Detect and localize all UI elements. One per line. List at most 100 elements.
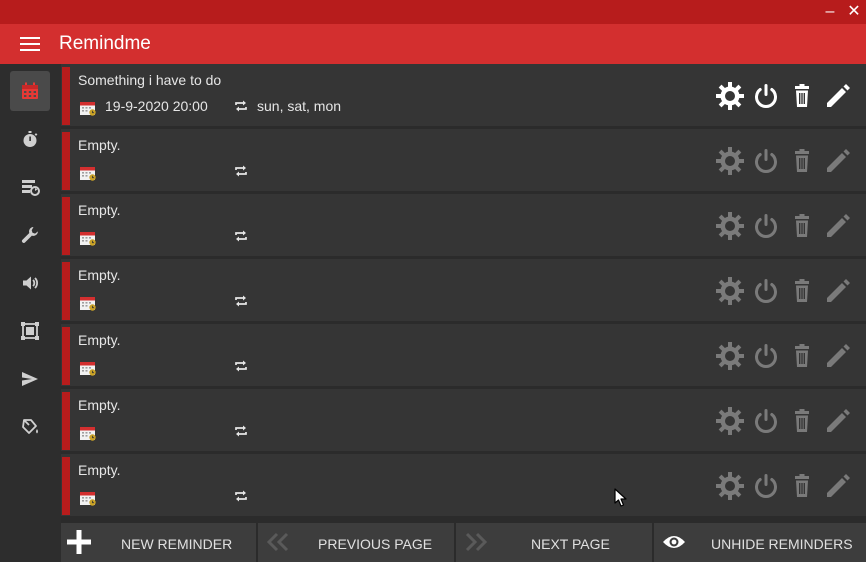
wrench-icon (21, 227, 38, 243)
pencil-button[interactable] (823, 471, 853, 501)
trash-button[interactable] (787, 276, 817, 306)
power-button[interactable] (751, 146, 781, 176)
reminder-accent-bar (62, 457, 70, 515)
power-button[interactable] (751, 471, 781, 501)
pencil-icon (823, 84, 853, 115)
reminder-actions (715, 146, 855, 176)
reminder-row[interactable]: Empty. (61, 324, 866, 386)
repeat-icon (234, 489, 248, 508)
reminder-title: Empty. (78, 267, 121, 283)
pencil-icon (823, 279, 853, 310)
reminder-actions (715, 471, 855, 501)
reminder-actions (715, 341, 855, 371)
reminder-row[interactable]: Empty. (61, 194, 866, 256)
calendar-clock-icon (79, 100, 97, 121)
sidebar (0, 64, 61, 562)
reminder-row[interactable]: Something i have to do 19-9-2020 20:00 sun… (61, 64, 866, 126)
power-icon (751, 214, 781, 245)
trash-icon (787, 149, 817, 180)
unhide-reminders-label: UNHIDE REMINDERS (711, 536, 853, 552)
settings-gear-icon (715, 147, 745, 180)
sidebar-item-backup[interactable] (10, 167, 50, 207)
reminder-row[interactable]: Empty. (61, 389, 866, 451)
settings-gear-button[interactable] (715, 81, 745, 111)
minimize-button[interactable]: ‒ (820, 2, 840, 22)
footer-toolbar: NEW REMINDER PREVIOUS PAGE NEXT PAGE UNH… (61, 523, 866, 562)
new-reminder-label: NEW REMINDER (121, 536, 233, 552)
reminder-actions (715, 81, 855, 111)
sidebar-item-send[interactable] (10, 359, 50, 399)
power-icon (751, 409, 781, 440)
trash-icon (787, 84, 817, 115)
reminder-accent-bar (62, 392, 70, 450)
power-button[interactable] (751, 81, 781, 111)
repeat-icon (234, 99, 248, 118)
power-button[interactable] (751, 406, 781, 436)
pencil-button[interactable] (823, 341, 853, 371)
next-page-button[interactable]: NEXT PAGE (456, 523, 652, 562)
reminder-row[interactable]: Empty. (61, 259, 866, 321)
pencil-icon (823, 409, 853, 440)
settings-gear-button[interactable] (715, 471, 745, 501)
power-button[interactable] (751, 211, 781, 241)
reminder-accent-bar (62, 262, 70, 320)
sidebar-item-window[interactable] (10, 311, 50, 351)
previous-page-button[interactable]: PREVIOUS PAGE (258, 523, 454, 562)
calendar-clock-icon (79, 425, 97, 446)
settings-gear-icon (715, 407, 745, 440)
settings-gear-icon (715, 342, 745, 375)
sidebar-item-theme[interactable] (10, 407, 50, 447)
reminder-actions (715, 211, 855, 241)
trash-button[interactable] (787, 471, 817, 501)
settings-gear-button[interactable] (715, 276, 745, 306)
unhide-reminders-button[interactable]: UNHIDE REMINDERS (654, 523, 866, 562)
settings-gear-icon (715, 82, 745, 115)
plus-icon (67, 530, 91, 554)
reminder-list: Something i have to do 19-9-2020 20:00 sun… (61, 64, 866, 522)
settings-gear-button[interactable] (715, 211, 745, 241)
sidebar-item-reminders[interactable] (10, 71, 50, 111)
hamburger-menu-icon[interactable] (20, 37, 40, 51)
double-chevron-right-icon (465, 532, 488, 552)
sidebar-item-sound[interactable] (10, 263, 50, 303)
trash-icon (787, 279, 817, 310)
power-button[interactable] (751, 341, 781, 371)
reminder-title: Something i have to do (78, 72, 222, 88)
sidebar-item-timer[interactable] (10, 119, 50, 159)
reminder-accent-bar (62, 67, 70, 125)
reminder-date: 19-9-2020 20:00 (105, 98, 208, 114)
sidebar-item-settings[interactable] (10, 215, 50, 255)
trash-button[interactable] (787, 341, 817, 371)
send-icon (22, 372, 38, 386)
settings-gear-button[interactable] (715, 341, 745, 371)
close-button[interactable]: ✕ (844, 2, 864, 22)
pencil-button[interactable] (823, 211, 853, 241)
reminder-row[interactable]: Empty. (61, 454, 866, 516)
new-reminder-button[interactable]: NEW REMINDER (61, 523, 256, 562)
settings-gear-icon (715, 212, 745, 245)
reminder-title: Empty. (78, 332, 121, 348)
reminder-accent-bar (62, 327, 70, 385)
stopwatch-icon (23, 131, 38, 147)
reminder-row[interactable]: Empty. (61, 129, 866, 191)
repeat-icon (234, 359, 248, 378)
pencil-icon (823, 344, 853, 375)
trash-button[interactable] (787, 81, 817, 111)
trash-button[interactable] (787, 406, 817, 436)
settings-gear-button[interactable] (715, 406, 745, 436)
pencil-button[interactable] (823, 276, 853, 306)
pencil-button[interactable] (823, 406, 853, 436)
reminder-actions (715, 406, 855, 436)
app-title: Remindme (59, 33, 151, 54)
eye-icon (663, 536, 685, 548)
pencil-button[interactable] (823, 146, 853, 176)
repeat-icon (234, 229, 248, 248)
reminder-title: Empty. (78, 397, 121, 413)
resize-icon (21, 322, 39, 340)
settings-gear-button[interactable] (715, 146, 745, 176)
trash-button[interactable] (787, 211, 817, 241)
backup-icon (22, 180, 40, 196)
trash-button[interactable] (787, 146, 817, 176)
power-button[interactable] (751, 276, 781, 306)
pencil-button[interactable] (823, 81, 853, 111)
